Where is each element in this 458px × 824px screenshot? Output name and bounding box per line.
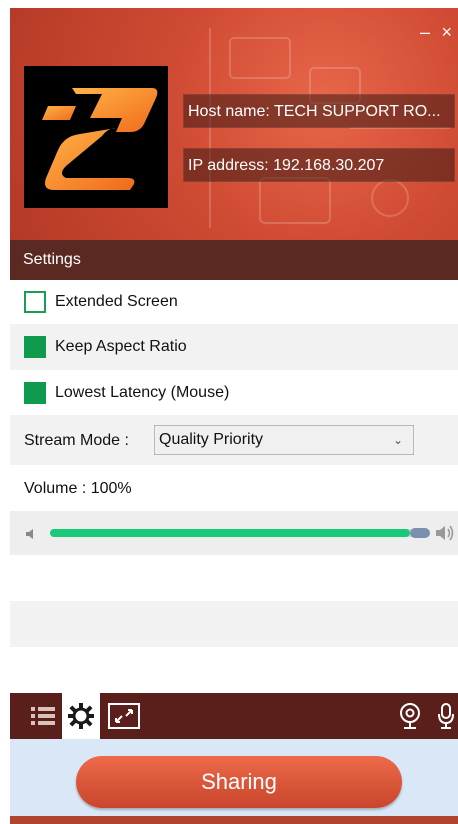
settings-header: Settings (10, 240, 458, 280)
keep-aspect-ratio-checkbox[interactable] (24, 336, 46, 358)
stream-mode-value: Quality Priority (159, 431, 264, 448)
stream-mode-label: Stream Mode : (24, 432, 129, 449)
empty-row (10, 647, 458, 693)
extended-screen-checkbox[interactable] (24, 291, 46, 313)
gear-icon[interactable] (62, 693, 100, 739)
list-icon[interactable] (28, 693, 58, 739)
volume-slider-fill (50, 529, 410, 537)
extended-screen-label: Extended Screen (55, 293, 178, 310)
close-button[interactable]: × (441, 22, 452, 43)
lowest-latency-label: Lowest Latency (Mouse) (55, 384, 230, 401)
volume-high-icon[interactable] (434, 523, 456, 543)
sharing-button[interactable]: Sharing (76, 756, 402, 808)
fullscreen-icon[interactable] (106, 693, 142, 739)
volume-low-icon[interactable] (24, 527, 38, 541)
volume-label: Volume : 100% (24, 480, 132, 497)
volume-slider-thumb[interactable] (410, 528, 430, 538)
volume-slider[interactable] (50, 528, 430, 538)
microphone-icon[interactable] (434, 693, 458, 739)
lowest-latency-row[interactable]: Lowest Latency (Mouse) (10, 370, 458, 415)
header-panel: – × Host name: TECH SUPPORT RO... IP add… (10, 8, 458, 240)
lowest-latency-checkbox[interactable] (24, 382, 46, 404)
volume-slider-row (10, 511, 458, 555)
extended-screen-row[interactable]: Extended Screen (10, 280, 458, 324)
chevron-down-icon: ⌄ (392, 433, 403, 447)
keep-aspect-ratio-row[interactable]: Keep Aspect Ratio (10, 324, 458, 370)
bottom-toolbar (10, 693, 458, 739)
empty-row (10, 601, 458, 647)
volume-row: Volume : 100% (10, 465, 458, 511)
keep-aspect-ratio-label: Keep Aspect Ratio (55, 338, 187, 355)
host-name-field: Host name: TECH SUPPORT RO... (183, 94, 455, 128)
bottom-strip (10, 816, 458, 824)
logo-graphic (42, 88, 158, 190)
webcam-icon[interactable] (396, 693, 424, 739)
minimize-button[interactable]: – (420, 22, 430, 43)
empty-row (10, 555, 458, 601)
ip-address-field: IP address: 192.168.30.207 (183, 148, 455, 182)
app-window: – × Host name: TECH SUPPORT RO... IP add… (10, 8, 458, 824)
stream-mode-row: Stream Mode : Quality Priority ⌄ (10, 415, 458, 465)
sharing-panel: Sharing (10, 739, 458, 816)
z2-logo (24, 66, 168, 208)
stream-mode-select[interactable]: Quality Priority ⌄ (154, 425, 414, 455)
